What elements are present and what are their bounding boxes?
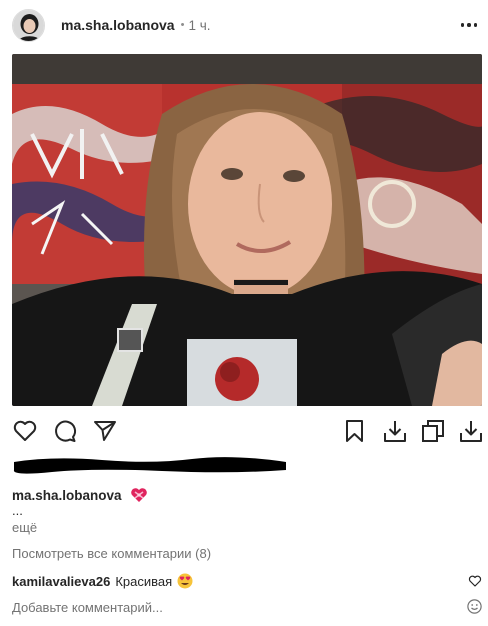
more-options-icon[interactable] (458, 16, 480, 34)
caption: ma.sha.lobanova (12, 486, 148, 504)
separator-dot: • (180, 19, 185, 31)
post-username[interactable]: ma.sha.lobanova (61, 17, 175, 33)
comment-icon[interactable] (52, 418, 78, 444)
add-comment-input[interactable] (12, 599, 452, 615)
caption-username[interactable]: ma.sha.lobanova (12, 488, 122, 503)
send-icon[interactable] (92, 418, 118, 444)
caption-ellipsis: ... (12, 503, 23, 518)
post-time[interactable]: 1 ч. (188, 18, 210, 33)
likes-redacted (12, 454, 288, 476)
action-bar (12, 418, 484, 444)
comment-username[interactable]: kamilavalieva26 (12, 574, 110, 589)
smile-emoji-icon[interactable] (467, 599, 482, 614)
avatar[interactable] (12, 8, 45, 42)
copy-icon[interactable] (420, 418, 446, 444)
download-icon[interactable] (382, 418, 408, 444)
bookmark-icon[interactable] (342, 418, 368, 444)
comment-item: kamilavalieva26 Красивая (12, 572, 484, 590)
caption-more-link[interactable]: ещё (12, 520, 37, 535)
add-comment-row (12, 598, 484, 616)
post-photo[interactable] (12, 54, 482, 406)
view-all-comments-link[interactable]: Посмотреть все комментарии (8) (12, 546, 211, 561)
post-header: ma.sha.lobanova • 1 ч. (12, 8, 482, 42)
heart-icon[interactable] (12, 418, 38, 444)
heart-with-ribbon-icon (130, 486, 148, 504)
download-alt-icon[interactable] (458, 418, 484, 444)
comment-like-heart-icon[interactable] (468, 574, 482, 588)
comment-text: Красивая (115, 573, 173, 589)
heart-eyes-emoji-icon (177, 573, 193, 589)
